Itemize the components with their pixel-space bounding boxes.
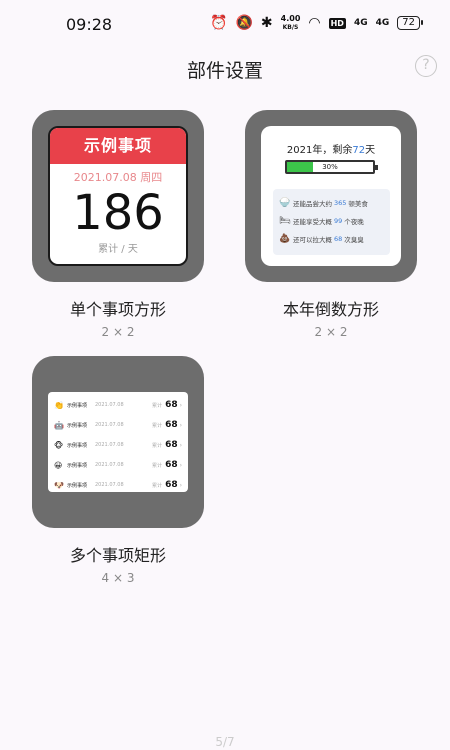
year-countdown-preview: 2021年，剩余72天 30% 🍚 还能品尝大约 365 顿美食 🛏 还能享受大… xyxy=(261,126,401,266)
wifi-icon: ◠ xyxy=(308,15,321,31)
row-label: 累计 xyxy=(152,482,163,489)
bluetooth-icon: ✱ xyxy=(260,15,273,31)
year-title-num: 72 xyxy=(352,145,366,156)
widget-name: 本年倒数方形 xyxy=(282,300,379,319)
rice-icon: 🍚 xyxy=(279,198,291,208)
widget-preview-frame[interactable]: 👏 示例事项 2021.07.08 累计 68 › 🤖 示例事项 2021.07… xyxy=(32,356,204,528)
multi-event-row: 😀 示例事项 2021.07.08 累计 68 › xyxy=(54,455,182,475)
widget-size: 2 × 2 xyxy=(101,325,135,339)
year-stats-list: 🍚 还能品尝大约 365 顿美食 🛏 还能享受大概 99 个夜晚 💩 还可以拉大… xyxy=(273,189,390,255)
widget-single-square[interactable]: 示例事项 2021.07.08 周四 186 累计 / 天 单个事项方形 2 ×… xyxy=(32,110,204,339)
year-title-prefix: 2021年，剩余 xyxy=(286,145,353,156)
chevron-right-icon: › xyxy=(179,441,182,449)
event-unit: 累计 / 天 xyxy=(98,244,138,255)
year-title: 2021年，剩余72天 xyxy=(261,141,401,156)
year-stat-row: 💩 还可以拉大概 68 次臭臭 xyxy=(277,230,386,248)
page-indicator: 5/7 xyxy=(215,735,235,749)
monkey-icon: 🐵 xyxy=(54,440,64,450)
stat-num: 365 xyxy=(334,199,347,207)
net-speed: 4.00 KB/S xyxy=(280,13,301,32)
help-icon[interactable]: ? xyxy=(415,55,437,77)
status-bar: 09:28 ⏰ 🔕 ✱ 4.00 KB/S ◠ HD 4G 4G 72 xyxy=(0,0,450,46)
row-label: 累计 xyxy=(152,422,163,429)
year-progress-bar: 30% xyxy=(285,160,378,174)
year-progress-label: 30% xyxy=(322,163,338,171)
poop-icon: 💩 xyxy=(279,234,291,244)
dog-icon: 🐶 xyxy=(54,480,64,490)
stat-num: 68 xyxy=(334,235,343,243)
widget-size: 2 × 2 xyxy=(314,325,348,339)
status-time: 09:28 xyxy=(66,15,113,34)
clap-icon: 👏 xyxy=(54,400,64,410)
stat-num: 99 xyxy=(334,217,343,225)
page-title: 部件设置 xyxy=(186,60,263,82)
chevron-right-icon: › xyxy=(179,481,182,489)
row-name: 示例事项 xyxy=(67,482,88,489)
event-title: 示例事项 xyxy=(50,128,186,164)
multi-event-preview: 👏 示例事项 2021.07.08 累计 68 › 🤖 示例事项 2021.07… xyxy=(48,392,188,492)
widget-preview-frame[interactable]: 示例事项 2021.07.08 周四 186 累计 / 天 xyxy=(32,110,204,282)
row-date: 2021.07.08 xyxy=(95,482,124,488)
multi-event-row: 👏 示例事项 2021.07.08 累计 68 › xyxy=(54,395,182,415)
alarm-icon: ⏰ xyxy=(210,15,228,31)
stat-pre: 还可以拉大概 xyxy=(293,236,332,244)
row-label: 累计 xyxy=(152,402,163,409)
year-stat-row: 🍚 还能品尝大约 365 顿美食 xyxy=(277,194,386,212)
bed-icon: 🛏 xyxy=(279,216,291,226)
chevron-right-icon: › xyxy=(179,461,182,469)
row-value: 68 xyxy=(165,420,178,430)
row-name: 示例事项 xyxy=(67,442,88,449)
widget-multi-rect[interactable]: 👏 示例事项 2021.07.08 累计 68 › 🤖 示例事项 2021.07… xyxy=(32,356,204,585)
event-date: 2021.07.08 周四 xyxy=(73,171,163,184)
row-value: 68 xyxy=(165,480,178,490)
event-count: 186 xyxy=(72,185,164,241)
widget-name: 多个事项矩形 xyxy=(69,546,166,565)
row-label: 累计 xyxy=(152,462,163,469)
row-value: 68 xyxy=(165,400,178,410)
multi-event-row: 🤖 示例事项 2021.07.08 累计 68 › xyxy=(54,415,182,435)
stat-pre: 还能品尝大约 xyxy=(293,200,332,208)
multi-event-row: 🐵 示例事项 2021.07.08 累计 68 › xyxy=(54,435,182,455)
row-value: 68 xyxy=(165,460,178,470)
chevron-right-icon: › xyxy=(179,421,182,429)
robot-icon: 🤖 xyxy=(54,420,64,430)
signal-4g-1-icon: 4G xyxy=(353,18,368,28)
widget-name: 单个事项方形 xyxy=(69,300,166,319)
row-name: 示例事项 xyxy=(67,462,88,469)
multi-event-row: 🐶 示例事项 2021.07.08 累计 68 › xyxy=(54,475,182,495)
row-value: 68 xyxy=(165,440,178,450)
stat-post: 个夜晚 xyxy=(344,218,364,226)
single-event-preview: 示例事项 2021.07.08 周四 186 累计 / 天 xyxy=(48,126,188,266)
status-icons: ⏰ 🔕 ✱ 4.00 KB/S ◠ HD 4G 4G 72 xyxy=(210,13,423,32)
row-date: 2021.07.08 xyxy=(95,422,124,428)
widget-size: 4 × 3 xyxy=(101,571,135,585)
widget-preview-frame[interactable]: 2021年，剩余72天 30% 🍚 还能品尝大约 365 顿美食 🛏 还能享受大… xyxy=(245,110,417,282)
stat-pre: 还能享受大概 xyxy=(293,218,332,226)
net-speed-value: 4.00 xyxy=(280,13,301,23)
widget-year-countdown-square[interactable]: 2021年，剩余72天 30% 🍚 还能品尝大约 365 顿美食 🛏 还能享受大… xyxy=(245,110,417,339)
row-date: 2021.07.08 xyxy=(95,402,124,408)
chevron-right-icon: › xyxy=(179,401,182,409)
row-name: 示例事项 xyxy=(67,402,88,409)
row-name: 示例事项 xyxy=(67,422,88,429)
battery-icon: 72 xyxy=(397,16,423,30)
row-label: 累计 xyxy=(152,442,163,449)
mute-icon: 🔕 xyxy=(235,15,253,31)
stat-post: 顿美食 xyxy=(348,200,368,208)
row-date: 2021.07.08 xyxy=(95,462,124,468)
year-stat-row: 🛏 还能享受大概 99 个夜晚 xyxy=(277,212,386,230)
net-speed-unit: KB/S xyxy=(282,23,299,31)
row-date: 2021.07.08 xyxy=(95,442,124,448)
smile-icon: 😀 xyxy=(54,460,63,470)
hd-badge: HD xyxy=(328,17,346,29)
year-title-suffix: 天 xyxy=(365,145,376,156)
stat-post: 次臭臭 xyxy=(344,236,364,244)
signal-4g-2-icon: 4G xyxy=(375,18,390,28)
